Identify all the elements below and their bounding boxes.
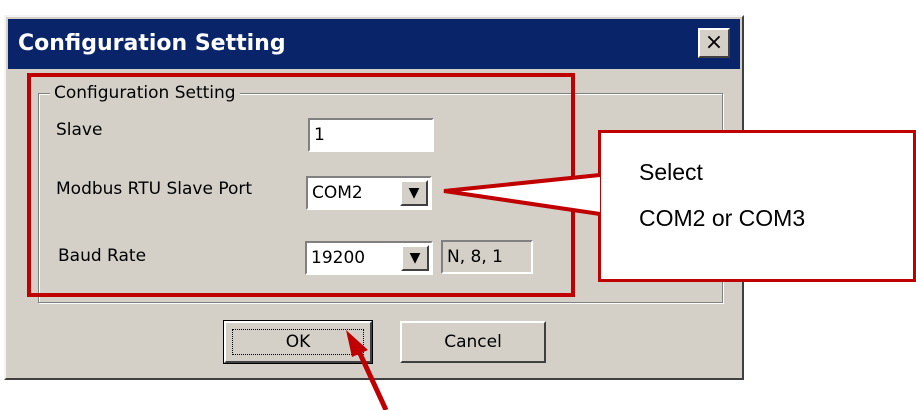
callout-pointer [443,173,601,216]
arrow-shaft [354,345,389,410]
arrow-head-icon [346,330,368,357]
annotation-overlay [346,173,601,410]
